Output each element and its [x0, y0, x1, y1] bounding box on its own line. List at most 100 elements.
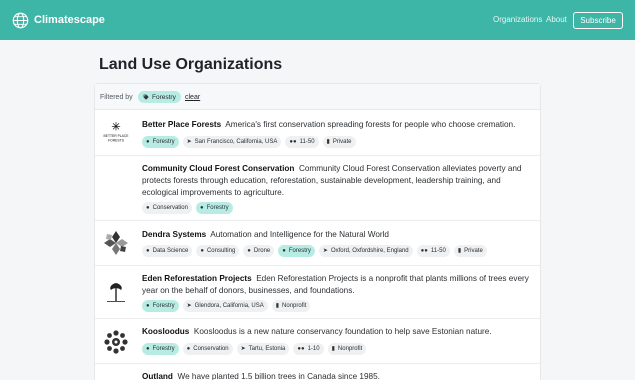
better-place-logo: BETTER PLACE FORESTS: [104, 122, 129, 142]
tag-label: Oxford, Oxfordshire, England: [330, 247, 409, 254]
org-name[interactable]: Eden Reforestation Projects: [142, 274, 252, 283]
people-icon: ●●: [420, 247, 428, 254]
tag-location: ➤ Oxford, Oxfordshire, England: [318, 245, 413, 257]
tag-type: ▮ Private: [322, 136, 356, 148]
tag-icon: ●: [282, 247, 286, 254]
tag-label: Drone: [253, 247, 271, 254]
tag-icon: ●: [199, 204, 204, 211]
tag-label: Forestry: [288, 247, 311, 254]
org-row[interactable]: Koosloodus Koosloodus is a new nature co…: [95, 319, 540, 364]
tag-list: ● Forestry ➤ San Francisco, California, US…: [142, 136, 356, 148]
org-logo-eden: [101, 278, 131, 308]
people-icon: ●●: [289, 138, 297, 145]
org-name[interactable]: Better Place Forests: [142, 120, 221, 129]
building-icon: ▮: [331, 346, 335, 353]
clear-filter-link[interactable]: clear: [185, 94, 200, 101]
brand-name: Climatescape: [34, 14, 105, 26]
org-logo-dendra: [101, 228, 131, 258]
tag-location: ➤ Glendora, California, USA: [182, 300, 268, 312]
tag-icon: ●: [146, 138, 150, 145]
org-row[interactable]: Community Cloud Forest Conservation Comm…: [95, 156, 540, 221]
tag-label: San Francisco, California, USA: [194, 138, 278, 145]
org-row[interactable]: Dendra Systems Automation and Intelligen…: [95, 221, 540, 266]
tag-icon: ●: [146, 204, 150, 211]
tag-label: Forestry: [152, 138, 175, 145]
org-name[interactable]: Outland: [142, 372, 173, 380]
org-desc-text: America's first conservation spreading f…: [225, 120, 516, 129]
tag-label: 11-50: [430, 247, 446, 254]
nav-link-organizations[interactable]: Organizations: [493, 15, 542, 24]
tag-type: ▮ Nonprofit: [327, 343, 367, 355]
org-logo-koosloodus: [101, 327, 131, 357]
eden-logo: [107, 283, 125, 302]
dendra-logo: [104, 231, 128, 255]
org-description: Koosloodus Koosloodus is a new nature co…: [142, 326, 532, 338]
organizations-panel: Filtered by Forestry clear BETTER PLACE …: [94, 83, 541, 380]
org-description: Better Place Forests America's first con…: [142, 119, 532, 131]
org-name[interactable]: Koosloodus: [142, 327, 189, 336]
tag-conservation[interactable]: ● Conservation: [182, 343, 233, 355]
tag-label: 1-10: [307, 345, 320, 352]
tag-list: ● Conservation ● Forestry: [142, 202, 233, 214]
tag-label: Consulting: [206, 247, 236, 254]
tag-icon: ●: [186, 345, 191, 352]
tag-label: Data Science: [152, 247, 189, 254]
subscribe-button[interactable]: Subscribe: [573, 12, 623, 29]
tag-label: 11-50: [299, 138, 315, 145]
location-icon: ➤: [186, 303, 192, 310]
tag-size: ●● 11-50: [285, 136, 319, 148]
building-icon: ▮: [275, 303, 280, 310]
tag-label: Nonprofit: [337, 345, 363, 352]
tag-location: ➤ Tartu, Estonia: [236, 343, 290, 355]
org-name[interactable]: Community Cloud Forest Conservation: [142, 164, 294, 173]
org-description: Outland We have planted 1.5 billion tree…: [142, 371, 532, 380]
tag-forestry[interactable]: ● Forestry: [142, 136, 179, 148]
org-row[interactable]: BETTER PLACE FORESTS Better Place Forest…: [95, 111, 540, 156]
globe-icon: [12, 12, 29, 28]
org-desc-text: Automation and Intelligence for the Natu…: [210, 230, 389, 239]
tag-label: Forestry: [152, 302, 175, 309]
tag-icon: ●: [146, 345, 150, 352]
location-icon: ➤: [322, 248, 328, 255]
org-row[interactable]: Eden Reforestation Projects Eden Refores…: [95, 266, 540, 319]
filter-chip-forestry[interactable]: Forestry: [138, 91, 181, 103]
tag-label: Forestry: [206, 204, 229, 211]
tag-list: ● Data Science ● Consulting ● Drone ● Forest…: [142, 245, 487, 257]
building-icon: ▮: [457, 248, 462, 255]
filter-label: Filtered by: [100, 94, 133, 101]
tag-location: ➤ San Francisco, California, USA: [182, 136, 282, 148]
org-logo-better-place: BETTER PLACE FORESTS: [101, 118, 131, 148]
building-icon: ▮: [326, 139, 330, 146]
tag-type: ▮ Nonprofit: [271, 300, 311, 312]
filter-chip-label: Forestry: [152, 93, 176, 101]
tag-label: Private: [464, 247, 483, 254]
filter-bar: Filtered by Forestry clear: [95, 84, 540, 110]
tag-label: Tartu, Estonia: [248, 345, 286, 352]
tag-icon: ●: [247, 247, 251, 254]
tag-conservation[interactable]: ● Conservation: [142, 202, 192, 214]
tag-forestry[interactable]: ● Forestry: [195, 202, 233, 214]
tag-data-science[interactable]: ● Data Science: [142, 245, 193, 257]
tag-icon: [143, 94, 149, 100]
org-name[interactable]: Dendra Systems: [142, 230, 206, 239]
tag-list: ● Forestry ➤ Glendora, California, USA ▮ No…: [142, 300, 311, 312]
tag-list: ● Forestry ● Conservation ➤ Tartu, Estonia …: [142, 343, 367, 355]
org-description: Community Cloud Forest Conservation Comm…: [142, 163, 532, 199]
nav-link-about[interactable]: About: [546, 15, 567, 24]
tag-label: Conservation: [193, 345, 229, 352]
tag-forestry[interactable]: ● Forestry: [278, 245, 315, 257]
org-description: Eden Reforestation Projects Eden Refores…: [142, 273, 532, 297]
tag-forestry[interactable]: ● Forestry: [142, 300, 179, 312]
tag-label: Private: [332, 138, 352, 145]
org-row[interactable]: Outland We have planted 1.5 billion tree…: [95, 364, 540, 380]
tag-drone[interactable]: ● Drone: [243, 245, 275, 257]
location-icon: ➤: [186, 139, 192, 146]
brand-link[interactable]: Climatescape: [12, 11, 105, 29]
tag-size: ●● 1-10: [293, 343, 324, 355]
tag-label: Conservation: [152, 204, 188, 211]
org-desc-text: We have planted 1.5 billion trees in Can…: [177, 372, 380, 380]
koosloodus-logo: [104, 330, 128, 354]
tag-forestry[interactable]: ● Forestry: [142, 343, 179, 355]
tag-consulting[interactable]: ● Consulting: [196, 245, 240, 257]
tag-icon: ●: [146, 302, 150, 309]
